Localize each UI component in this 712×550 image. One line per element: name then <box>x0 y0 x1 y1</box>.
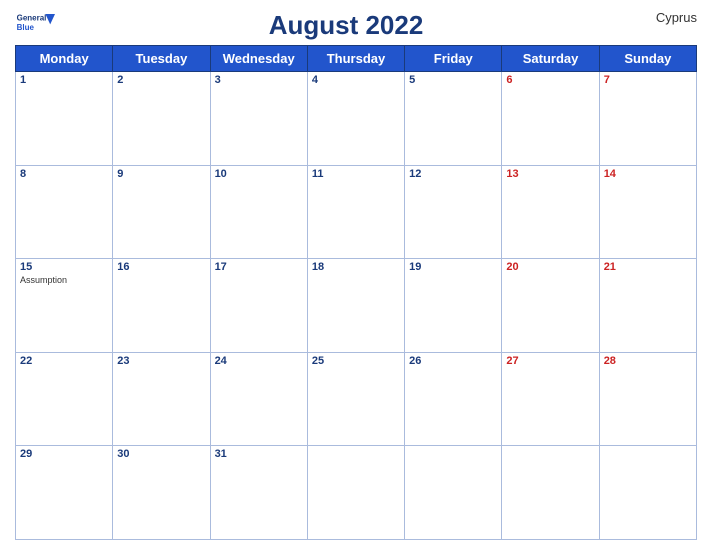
holiday-label: Assumption <box>20 275 108 285</box>
table-row: 31 <box>210 446 307 540</box>
table-row: 17 <box>210 259 307 353</box>
table-row: 26 <box>405 352 502 446</box>
table-row: 29 <box>16 446 113 540</box>
calendar-week-row: 22 23 24 25 26 27 28 <box>16 352 697 446</box>
table-row: 1 <box>16 72 113 166</box>
day-number: 28 <box>604 355 692 367</box>
table-row: 9 <box>113 165 210 259</box>
day-number: 9 <box>117 168 205 180</box>
table-row: 15 Assumption <box>16 259 113 353</box>
day-number: 14 <box>604 168 692 180</box>
table-row: 24 <box>210 352 307 446</box>
header-thursday: Thursday <box>307 46 404 72</box>
day-number: 2 <box>117 74 205 86</box>
day-number: 12 <box>409 168 497 180</box>
header-friday: Friday <box>405 46 502 72</box>
day-number: 26 <box>409 355 497 367</box>
day-number: 24 <box>215 355 303 367</box>
day-number: 1 <box>20 74 108 86</box>
calendar-week-row: 29 30 31 <box>16 446 697 540</box>
calendar-table: Monday Tuesday Wednesday Thursday Friday… <box>15 45 697 540</box>
calendar-week-row: 1234567 <box>16 72 697 166</box>
country-label: Cyprus <box>637 10 697 25</box>
day-number: 25 <box>312 355 400 367</box>
day-number: 16 <box>117 261 205 273</box>
header-sunday: Sunday <box>599 46 696 72</box>
calendar-week-row: 15 Assumption 16 17 18 19 20 21 <box>16 259 697 353</box>
day-number: 4 <box>312 74 400 86</box>
table-row: 13 <box>502 165 599 259</box>
header-tuesday: Tuesday <box>113 46 210 72</box>
day-number: 3 <box>215 74 303 86</box>
table-row: 5 <box>405 72 502 166</box>
table-row: 18 <box>307 259 404 353</box>
calendar-week-row: 89 10 11 12 13 14 <box>16 165 697 259</box>
table-row: 12 <box>405 165 502 259</box>
day-number: 6 <box>506 74 594 86</box>
day-number: 18 <box>312 261 400 273</box>
table-row: 28 <box>599 352 696 446</box>
table-row: 6 <box>502 72 599 166</box>
table-row: 10 <box>210 165 307 259</box>
table-row: 11 <box>307 165 404 259</box>
day-number: 22 <box>20 355 108 367</box>
header-wednesday: Wednesday <box>210 46 307 72</box>
generalblue-logo-icon: General Blue <box>15 10 55 38</box>
header-monday: Monday <box>16 46 113 72</box>
day-number: 11 <box>312 168 400 180</box>
logo: General Blue <box>15 10 55 38</box>
day-number: 7 <box>604 74 692 86</box>
table-row: 16 <box>113 259 210 353</box>
table-row: 8 <box>16 165 113 259</box>
day-number: 31 <box>215 448 303 460</box>
table-row: 4 <box>307 72 404 166</box>
day-number: 10 <box>215 168 303 180</box>
table-row: 23 <box>113 352 210 446</box>
table-row: 2 <box>113 72 210 166</box>
header-saturday: Saturday <box>502 46 599 72</box>
day-number: 19 <box>409 261 497 273</box>
day-number: 27 <box>506 355 594 367</box>
day-number: 17 <box>215 261 303 273</box>
table-row: 27 <box>502 352 599 446</box>
table-row: 20 <box>502 259 599 353</box>
svg-text:Blue: Blue <box>17 23 35 32</box>
table-row <box>405 446 502 540</box>
header: General Blue August 2022 Cyprus <box>15 10 697 41</box>
table-row: 22 <box>16 352 113 446</box>
weekday-header-row: Monday Tuesday Wednesday Thursday Friday… <box>16 46 697 72</box>
table-row: 7 <box>599 72 696 166</box>
table-row: 3 <box>210 72 307 166</box>
table-row: 21 <box>599 259 696 353</box>
table-row <box>599 446 696 540</box>
day-number: 13 <box>506 168 594 180</box>
day-number: 30 <box>117 448 205 460</box>
day-number: 21 <box>604 261 692 273</box>
day-number: 20 <box>506 261 594 273</box>
day-number: 8 <box>20 168 108 180</box>
table-row <box>307 446 404 540</box>
day-number: 15 <box>20 261 108 273</box>
day-number: 5 <box>409 74 497 86</box>
calendar-title: August 2022 <box>55 10 637 41</box>
table-row: 25 <box>307 352 404 446</box>
svg-text:General: General <box>17 13 47 22</box>
day-number: 23 <box>117 355 205 367</box>
table-row: 19 <box>405 259 502 353</box>
day-number: 29 <box>20 448 108 460</box>
table-row <box>502 446 599 540</box>
table-row: 30 <box>113 446 210 540</box>
table-row: 14 <box>599 165 696 259</box>
